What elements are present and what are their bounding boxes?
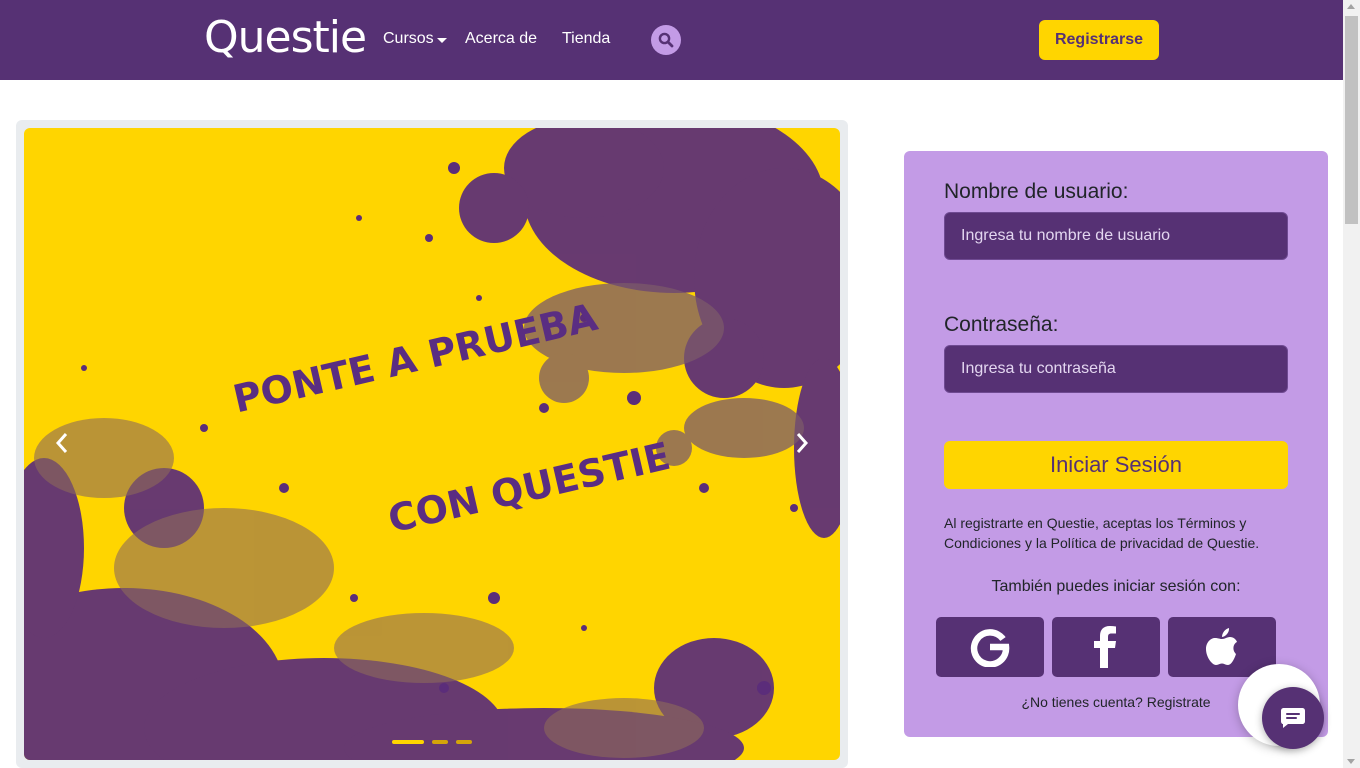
login-button[interactable]: Iniciar Sesión	[944, 441, 1288, 489]
google-icon	[970, 629, 1010, 667]
brand-logo[interactable]: Questie	[204, 12, 367, 64]
username-input[interactable]	[944, 212, 1288, 260]
nav-cursos-label: Cursos	[383, 30, 434, 47]
facebook-login-button[interactable]	[1052, 617, 1160, 677]
register-button[interactable]: Registrarse	[1039, 20, 1159, 60]
search-icon	[658, 32, 674, 48]
carousel-indicator-3[interactable]	[456, 740, 472, 744]
chevron-right-icon	[796, 433, 809, 453]
google-login-button[interactable]	[936, 617, 1044, 677]
scroll-down-arrow-icon[interactable]	[1347, 759, 1355, 764]
chat-button[interactable]	[1262, 687, 1324, 749]
scroll-up-arrow-icon[interactable]	[1347, 4, 1355, 9]
nav-tienda-link[interactable]: Tienda	[562, 29, 610, 49]
terms-text: Al registrarte en Questie, aceptas los T…	[944, 515, 1260, 551]
apple-icon	[1206, 628, 1237, 665]
page: Questie Cursos Acerca de Tienda Registra…	[0, 0, 1360, 768]
nav-cursos-dropdown[interactable]: Cursos	[383, 29, 447, 49]
alt-login-text: También puedes iniciar sesión con:	[991, 578, 1241, 595]
carousel-prev-button[interactable]	[47, 428, 77, 458]
carousel-indicator-1[interactable]	[392, 740, 424, 744]
password-label: Contraseña:	[944, 313, 1059, 336]
nav-acerca-link[interactable]: Acerca de	[465, 29, 537, 49]
password-input[interactable]	[944, 345, 1288, 393]
scroll-thumb[interactable]	[1345, 16, 1358, 224]
navbar: Questie Cursos Acerca de Tienda Registra…	[0, 0, 1343, 80]
chat-bubble-icon	[1281, 708, 1305, 728]
carousel-indicators	[392, 740, 472, 744]
username-label: Nombre de usuario:	[944, 180, 1129, 203]
promo-carousel: PONTE A PRUEBA CON QUESTIE	[24, 128, 840, 760]
ink-splash-background	[24, 128, 840, 760]
carousel-indicator-2[interactable]	[432, 740, 448, 744]
facebook-icon	[1094, 626, 1116, 668]
page-scrollbar[interactable]	[1343, 0, 1360, 768]
login-panel: Nombre de usuario: Contraseña: Iniciar S…	[904, 151, 1328, 737]
chevron-left-icon	[55, 433, 68, 453]
search-button[interactable]	[651, 25, 681, 55]
caret-down-icon	[436, 37, 447, 43]
carousel-next-button[interactable]	[787, 428, 817, 458]
